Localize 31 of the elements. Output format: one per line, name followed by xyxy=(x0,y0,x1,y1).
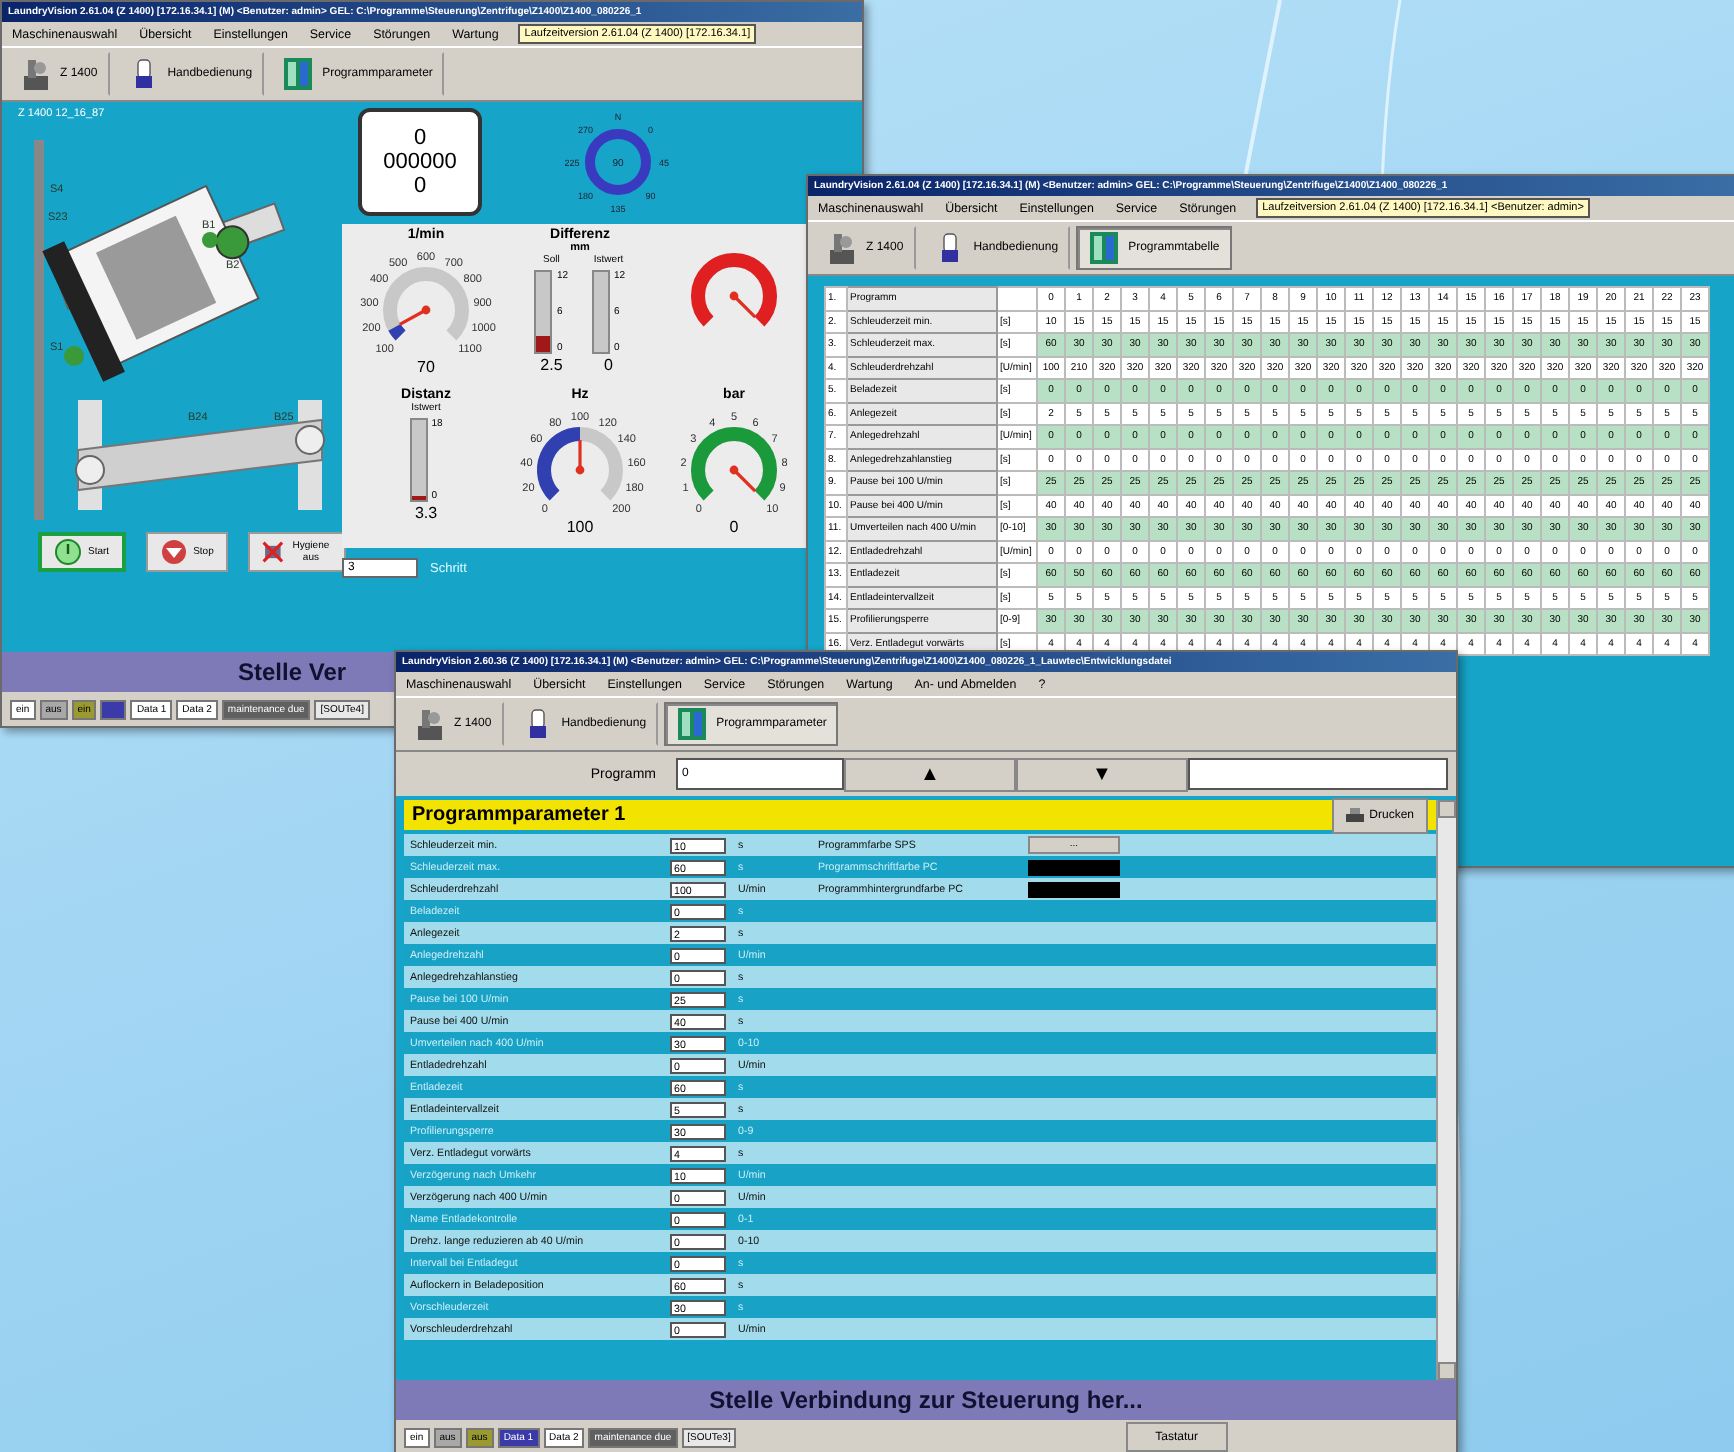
up-button[interactable]: ▲ xyxy=(844,757,1016,791)
meter-reading: 2.5 xyxy=(540,356,563,374)
section-title: Programmparameter 1 xyxy=(412,804,626,826)
gauge-dial xyxy=(691,427,777,501)
stop-icon xyxy=(159,538,188,566)
down-button[interactable]: ▼ xyxy=(1016,757,1188,791)
counter-value: 0 xyxy=(413,126,427,150)
power-icon xyxy=(54,538,82,566)
meter-reading: 0 xyxy=(604,356,613,374)
dial-ring xyxy=(585,129,651,195)
gauge-dial xyxy=(691,253,777,327)
meter-reading: 3.3 xyxy=(414,504,438,522)
machine-icon xyxy=(20,56,52,92)
text-field[interactable] xyxy=(1188,758,1448,790)
gauge-reading: 70 xyxy=(417,358,435,376)
machine-icon xyxy=(414,706,446,742)
table-icon xyxy=(676,706,709,742)
table-icon xyxy=(1088,230,1121,266)
table-icon xyxy=(282,56,315,92)
gauge-reading: 0 xyxy=(729,518,739,536)
color-swatch[interactable] xyxy=(1028,881,1120,897)
printer-icon xyxy=(1345,807,1364,823)
color-swatch[interactable] xyxy=(1028,859,1120,875)
scrollbar[interactable] xyxy=(1436,800,1456,1380)
crossed-out-icon xyxy=(261,538,284,566)
connection-message: Stelle Verbindung zur Steuerung her... xyxy=(709,1384,1143,1418)
gauge-reading: 100 xyxy=(566,518,594,536)
connection-message: Stelle Ver xyxy=(236,656,347,690)
machine-icon xyxy=(826,230,858,266)
counter-value: 000000 xyxy=(383,150,457,174)
counter-value: 0 xyxy=(413,174,427,198)
